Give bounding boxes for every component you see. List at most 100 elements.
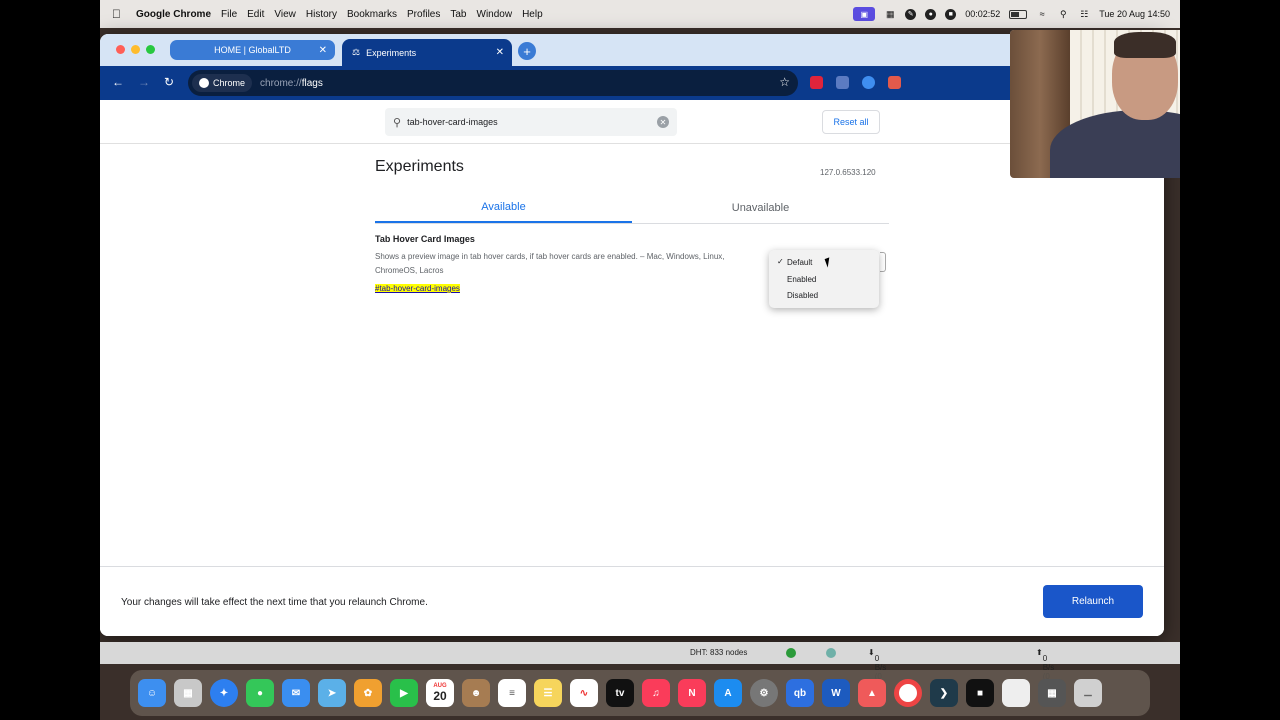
spotlight-icon[interactable]: ⚲ [1057, 8, 1069, 20]
extension-icon[interactable] [836, 76, 849, 89]
wifi-icon[interactable]: ≈ [1036, 8, 1048, 20]
menu-window[interactable]: Window [477, 9, 513, 20]
apple-icon[interactable]:  [112, 7, 126, 21]
option-default[interactable]: Default [787, 258, 812, 267]
menu-help[interactable]: Help [522, 9, 543, 20]
clear-search-icon[interactable]: ✕ [657, 116, 669, 128]
site-chip[interactable]: Chrome [192, 74, 253, 92]
menu-file[interactable]: File [221, 9, 237, 20]
close-window-button[interactable] [116, 45, 125, 54]
relaunch-message: Your changes will take effect the next t… [121, 597, 428, 608]
forward-icon[interactable]: → [138, 75, 150, 89]
tab-available[interactable]: Available [375, 192, 632, 223]
option-enabled[interactable]: Enabled [787, 275, 816, 284]
menu-edit[interactable]: Edit [247, 9, 264, 20]
close-icon[interactable]: ✕ [319, 45, 327, 56]
notes-icon[interactable]: ☰ [534, 679, 562, 707]
presenter-hair [1114, 32, 1176, 58]
menu-history[interactable]: History [306, 9, 337, 20]
flag-select[interactable] [880, 252, 886, 272]
menu-app-name[interactable]: Google Chrome [136, 9, 211, 20]
chrome-icon[interactable] [894, 679, 922, 707]
menu-bar:  Google Chrome File Edit View History B… [100, 0, 1180, 28]
chrome-app-icon[interactable] [1002, 679, 1030, 707]
tab-title: Experiments [366, 47, 417, 58]
reset-all-button[interactable]: Reset all [822, 110, 880, 134]
trash-icon[interactable]: ⚊ [1074, 679, 1102, 707]
dht-status: DHT: 833 nodes [690, 648, 748, 657]
relaunch-button[interactable]: Relaunch [1043, 585, 1143, 618]
pen-icon[interactable]: ✎ [905, 8, 917, 20]
flag-description: Shows a preview image in tab hover cards… [375, 252, 725, 275]
facetime-icon[interactable]: ▶ [390, 679, 418, 707]
messages-icon[interactable]: ● [246, 679, 274, 707]
extension-icon[interactable] [810, 76, 823, 89]
menu-clock[interactable]: Tue 20 Aug 14:50 [1099, 9, 1170, 19]
freeform-icon[interactable]: ∿ [570, 679, 598, 707]
terminal-icon[interactable]: ❯ [930, 679, 958, 707]
battery-icon[interactable] [1009, 9, 1028, 19]
address-bar[interactable]: Chrome chrome://flags ☆ [188, 70, 798, 96]
reminders-icon[interactable]: ≡ [498, 679, 526, 707]
back-icon[interactable]: ← [112, 75, 124, 89]
menu-profiles[interactable]: Profiles [407, 9, 440, 20]
photos-icon[interactable]: ✿ [354, 679, 382, 707]
tab-home[interactable]: HOME | GlobalLTD ✕ [170, 40, 335, 60]
screen-share-icon[interactable]: ▣ [853, 7, 876, 21]
connection-icon [786, 648, 796, 658]
menu-bookmarks[interactable]: Bookmarks [347, 9, 397, 20]
menu-tab[interactable]: Tab [450, 9, 466, 20]
close-icon[interactable]: ✕ [496, 47, 504, 58]
flask-icon: ⚖ [352, 47, 361, 57]
experiments-tabs: Available Unavailable [375, 192, 889, 224]
menu-extras: ▣ ▦ ✎ ● ■ 00:02:52 ≈ ⚲ ☷ Tue 20 Aug 14:5… [853, 0, 1170, 28]
acrobat-icon[interactable]: ▲ [858, 679, 886, 707]
checkmark-icon: ✓ [777, 257, 784, 266]
flag-anchor-link[interactable]: #tab-hover-card-images [375, 284, 460, 293]
record-icon[interactable]: ■ [945, 8, 957, 20]
bookmark-star-icon[interactable]: ☆ [779, 75, 790, 89]
desktop:  Google Chrome File Edit View History B… [100, 0, 1180, 720]
tab-experiments[interactable]: ⚖ Experiments ✕ [342, 39, 512, 66]
apple-tv-icon[interactable]: tv [606, 679, 634, 707]
capture-icon[interactable]: ▦ [884, 8, 896, 20]
relaunch-footer: Your changes will take effect the next t… [100, 566, 1164, 636]
browser-toolbar: ← → ↻ Chrome chrome://flags ☆ [100, 66, 1164, 100]
url-text[interactable]: chrome://flags [260, 78, 323, 89]
music-icon[interactable]: ♫ [642, 679, 670, 707]
minimize-window-button[interactable] [131, 45, 140, 54]
tab-title: HOME | GlobalLTD [214, 45, 291, 55]
safari-icon[interactable]: ✦ [210, 679, 238, 707]
menu-view[interactable]: View [274, 9, 296, 20]
torrent-status-bar: DHT: 833 nodes ⬇ 0 B/s (0 B) ⬆ 0 B/s (0 … [100, 642, 1180, 690]
launchpad-icon[interactable]: ▦ [174, 679, 202, 707]
maps-icon[interactable]: ➤ [318, 679, 346, 707]
option-disabled[interactable]: Disabled [787, 291, 818, 300]
flags-page: ⚲ tab-hover-card-images ✕ Reset all Expe… [100, 100, 1164, 636]
qbittorrent-icon[interactable]: qb [786, 679, 814, 707]
new-tab-button[interactable]: + [518, 42, 536, 60]
news-icon[interactable]: N [678, 679, 706, 707]
search-value[interactable]: tab-hover-card-images [407, 117, 498, 127]
tab-strip: HOME | GlobalLTD ✕ ⚖ Experiments ✕ + [100, 34, 1164, 66]
extension-icon[interactable] [862, 76, 875, 89]
flag-entry: Tab Hover Card Images Shows a preview im… [375, 234, 755, 296]
search-input[interactable]: ⚲ tab-hover-card-images ✕ [385, 108, 677, 136]
reload-icon[interactable]: ↻ [164, 75, 174, 89]
finder-icon[interactable]: ☺ [138, 679, 166, 707]
word-icon[interactable]: W [822, 679, 850, 707]
zoom-window-button[interactable] [146, 45, 155, 54]
control-center-icon[interactable]: ☷ [1078, 8, 1090, 20]
mail-icon[interactable]: ✉ [282, 679, 310, 707]
contacts-icon[interactable]: ☻ [462, 679, 490, 707]
extension-icon[interactable] [888, 76, 901, 89]
flag-name: Tab Hover Card Images [375, 234, 475, 244]
downloads-icon[interactable]: ▦ [1038, 679, 1066, 707]
record-timer: 00:02:52 [965, 9, 1001, 19]
tab-unavailable[interactable]: Unavailable [632, 192, 889, 223]
eye-icon[interactable]: ● [925, 8, 937, 20]
screen-recorder-icon[interactable]: ■ [966, 679, 994, 707]
app-store-icon[interactable]: A [714, 679, 742, 707]
system-settings-icon[interactable]: ⚙ [750, 679, 778, 707]
calendar-icon[interactable]: AUG 20 [426, 679, 454, 707]
